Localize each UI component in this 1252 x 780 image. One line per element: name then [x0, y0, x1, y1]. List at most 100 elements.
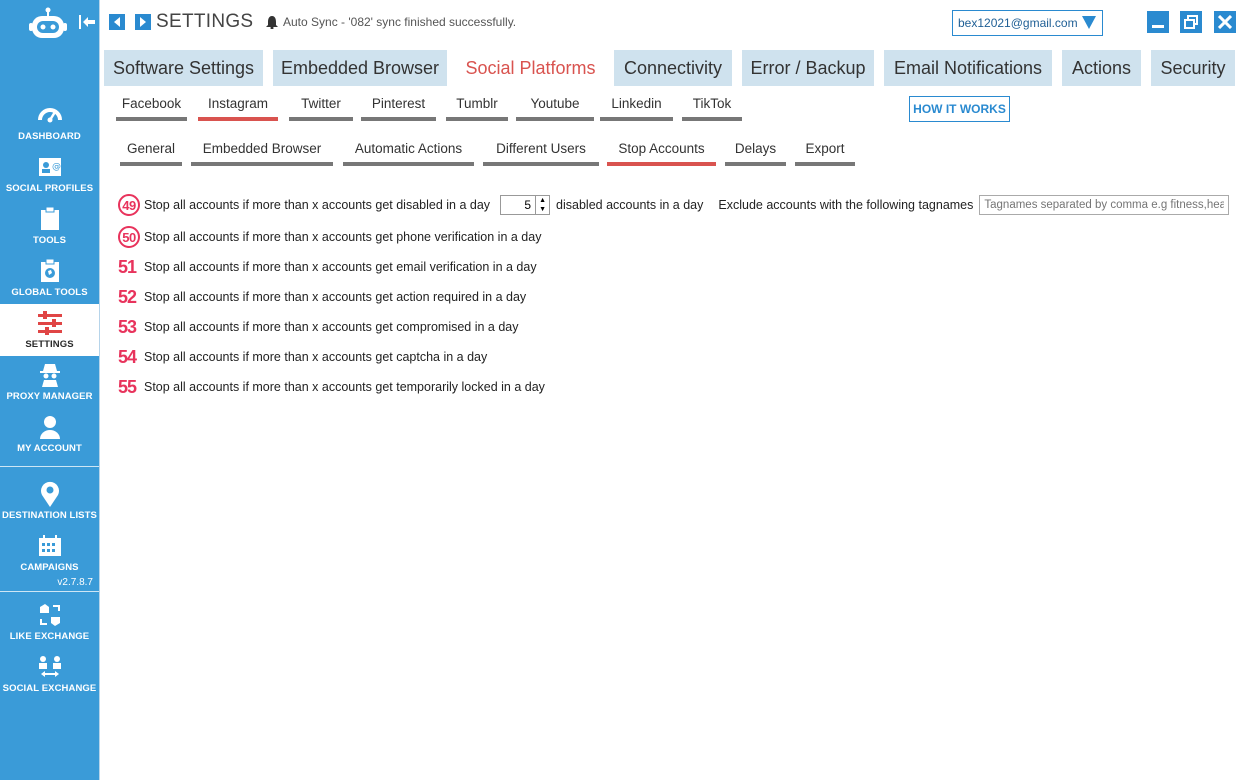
arrow-right-icon — [140, 17, 146, 27]
tab-tiktok[interactable]: TikTok — [682, 94, 742, 121]
sidebar-item-proxy-manager[interactable]: PROXY MANAGER — [0, 356, 99, 408]
exclude-label: Exclude accounts with the following tagn… — [718, 198, 974, 212]
tab-instagram[interactable]: Instagram — [198, 94, 278, 121]
sliders-icon — [37, 310, 63, 336]
setting-row: 55 Stop all accounts if more than x acco… — [118, 375, 545, 399]
setting-row: 54 Stop all accounts if more than x acco… — [118, 345, 487, 369]
sidebar: DASHBOARD @ SOCIAL PROFILES TOOLS GLOBAL… — [0, 0, 99, 780]
setting-label: Stop all accounts if more than x account… — [144, 290, 527, 304]
tab-youtube[interactable]: Youtube — [516, 94, 594, 121]
tab-tumblr[interactable]: Tumblr — [446, 94, 508, 121]
tab-facebook[interactable]: Facebook — [116, 94, 187, 121]
disabled-count-stepper[interactable]: 5 ▲ ▼ — [500, 195, 551, 215]
row-number-badge: 50 — [118, 226, 140, 248]
tab-general[interactable]: General — [120, 139, 182, 166]
account-select[interactable]: bex12021@gmail.com — [952, 10, 1103, 36]
sidebar-divider — [0, 591, 99, 592]
tab-error-backup[interactable]: Error / Backup — [742, 50, 874, 86]
disabled-suffix-label: disabled accounts in a day — [556, 198, 704, 212]
tab-security[interactable]: Security — [1151, 50, 1235, 86]
speedometer-icon — [37, 102, 63, 128]
tab-linkedin[interactable]: Linkedin — [600, 94, 673, 121]
bell-icon — [266, 15, 278, 29]
back-button[interactable] — [109, 14, 125, 30]
minimize-icon — [1152, 25, 1164, 28]
globe-clipboard-icon — [37, 258, 63, 284]
tab-actions[interactable]: Actions — [1062, 50, 1141, 86]
setting-label: Stop all accounts if more than x account… — [144, 230, 542, 244]
tab-automatic-actions[interactable]: Automatic Actions — [343, 139, 474, 166]
dropdown-triangle-icon — [1082, 16, 1096, 29]
user-icon — [37, 414, 63, 440]
close-button[interactable] — [1214, 11, 1236, 33]
sidebar-item-campaigns[interactable]: CAMPAIGNS — [0, 527, 99, 579]
sidebar-nav: DASHBOARD @ SOCIAL PROFILES TOOLS GLOBAL… — [0, 96, 99, 700]
restore-icon — [1184, 15, 1198, 29]
tab-social-platforms[interactable]: Social Platforms — [457, 50, 604, 86]
setting-label: Stop all accounts if more than x account… — [144, 320, 519, 334]
forward-button[interactable] — [135, 14, 151, 30]
spy-icon — [37, 362, 63, 388]
sidebar-item-global-tools[interactable]: GLOBAL TOOLS — [0, 252, 99, 304]
sidebar-item-label: MY ACCOUNT — [17, 443, 82, 454]
arrow-left-icon — [114, 17, 120, 27]
tab-connectivity[interactable]: Connectivity — [614, 50, 732, 86]
sidebar-item-like-exchange[interactable]: LIKE EXCHANGE — [0, 596, 99, 648]
sync-status: Auto Sync - '082' sync finished successf… — [266, 15, 516, 29]
map-pin-icon — [37, 481, 63, 507]
calendar-icon — [37, 533, 63, 559]
tab-export[interactable]: Export — [795, 139, 855, 166]
tab-software-settings[interactable]: Software Settings — [104, 50, 263, 86]
sidebar-item-dashboard[interactable]: DASHBOARD — [0, 96, 99, 148]
tab-twitter[interactable]: Twitter — [289, 94, 353, 121]
tab-delays[interactable]: Delays — [725, 139, 786, 166]
setting-row: 53 Stop all accounts if more than x acco… — [118, 315, 519, 339]
sync-message: Auto Sync - '082' sync finished successf… — [283, 15, 517, 29]
sidebar-item-label: GLOBAL TOOLS — [11, 287, 88, 298]
users-exchange-icon — [37, 654, 63, 680]
sidebar-item-label: PROXY MANAGER — [6, 391, 93, 402]
sidebar-item-label: LIKE EXCHANGE — [9, 631, 90, 642]
stepper-up-icon[interactable]: ▲ — [536, 196, 549, 205]
sidebar-item-label: SETTINGS — [25, 339, 74, 350]
row-number-badge: 52 — [118, 286, 137, 307]
app-window: DASHBOARD @ SOCIAL PROFILES TOOLS GLOBAL… — [0, 0, 1252, 780]
collapse-arrow-icon[interactable] — [78, 13, 96, 31]
sidebar-item-social-profiles[interactable]: @ SOCIAL PROFILES — [0, 148, 99, 200]
main-panel: SETTINGS Auto Sync - '082' sync finished… — [99, 0, 1252, 780]
clipboard-icon — [37, 206, 63, 232]
sidebar-item-label: SOCIAL PROFILES — [5, 183, 94, 194]
profile-card-icon: @ — [37, 154, 63, 180]
account-email: bex12021@gmail.com — [958, 16, 1078, 30]
titlebar: SETTINGS Auto Sync - '082' sync finished… — [100, 0, 1252, 46]
tab-email-notifications[interactable]: Email Notifications — [884, 50, 1052, 86]
sidebar-divider — [0, 466, 99, 467]
row-number-badge: 54 — [118, 346, 137, 367]
sidebar-item-destination-lists[interactable]: DESTINATION LISTS — [0, 475, 99, 527]
stepper-down-icon[interactable]: ▼ — [536, 205, 549, 214]
stepper-arrows[interactable]: ▲ ▼ — [535, 196, 549, 214]
sidebar-item-my-account[interactable]: MY ACCOUNT — [0, 408, 99, 460]
sidebar-item-label: DASHBOARD — [18, 131, 81, 142]
minimize-button[interactable] — [1147, 11, 1169, 33]
tab-embedded-browser[interactable]: Embedded Browser — [273, 50, 447, 86]
restore-button[interactable] — [1180, 11, 1202, 33]
version-label: v2.7.8.7 — [57, 577, 93, 588]
top-tabs: Software Settings Embedded Browser Socia… — [104, 50, 1245, 86]
tab-different-users[interactable]: Different Users — [483, 139, 599, 166]
sidebar-item-social-exchange[interactable]: SOCIAL EXCHANGE — [0, 648, 99, 700]
sidebar-item-tools[interactable]: TOOLS — [0, 200, 99, 252]
tagnames-input[interactable] — [979, 195, 1230, 215]
how-it-works-button[interactable]: HOW IT WORKS — [909, 96, 1010, 122]
setting-row: 50 Stop all accounts if more than x acco… — [118, 225, 541, 249]
robot-icon — [29, 7, 67, 38]
sidebar-item-label: DESTINATION LISTS — [2, 510, 97, 521]
sidebar-item-settings[interactable]: SETTINGS — [0, 304, 99, 356]
tab-stop-accounts[interactable]: Stop Accounts — [607, 139, 716, 166]
setting-label: Stop all accounts if more than x account… — [144, 198, 491, 212]
close-icon — [1218, 15, 1232, 29]
stepper-value: 5 — [524, 198, 532, 212]
tab-pinterest[interactable]: Pinterest — [361, 94, 436, 121]
setting-row: 52 Stop all accounts if more than x acco… — [118, 285, 526, 309]
tab-embedded-browser-section[interactable]: Embedded Browser — [191, 139, 333, 166]
